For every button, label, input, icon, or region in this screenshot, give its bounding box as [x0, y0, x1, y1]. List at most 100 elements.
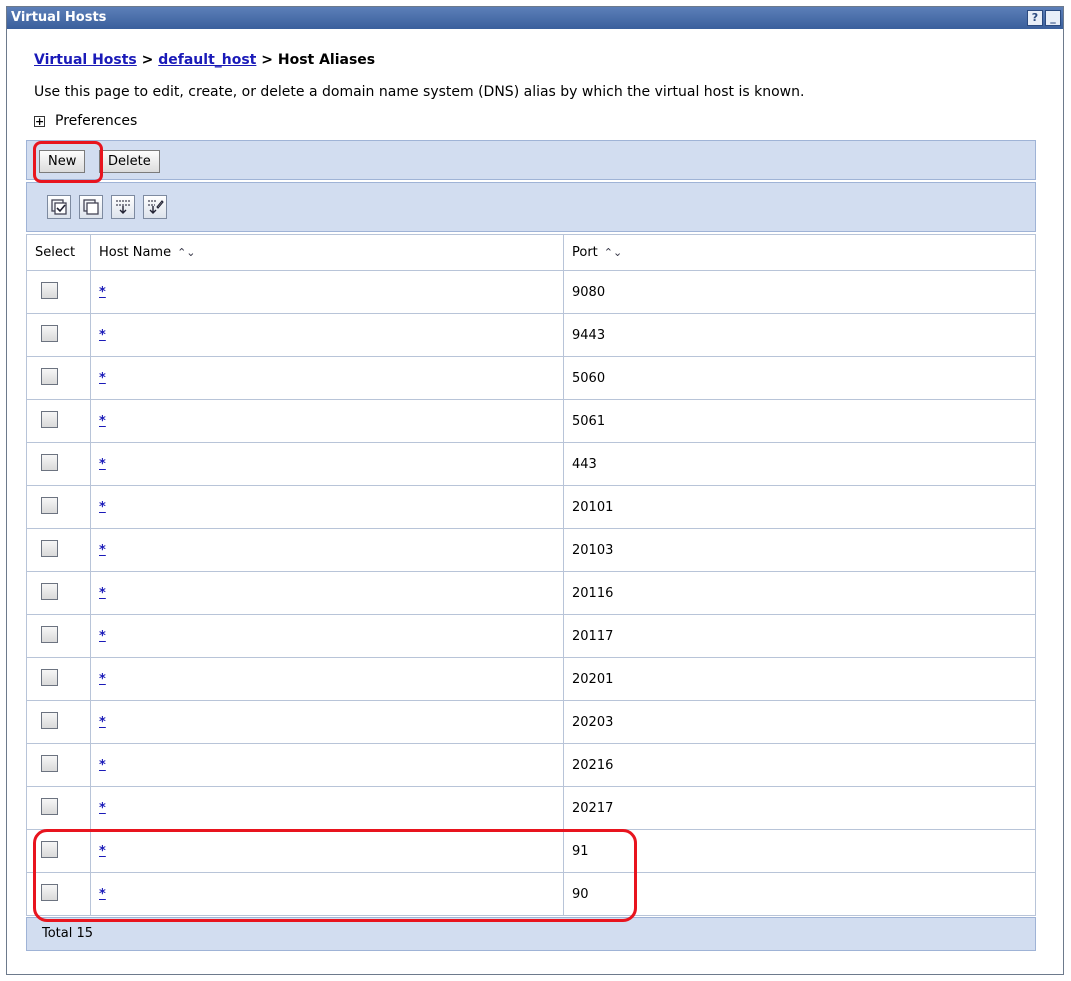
port-value: 9443	[572, 328, 606, 343]
host-name-column-header[interactable]: Host Name ⌃⌄	[90, 234, 564, 271]
host-name-link[interactable]: *	[99, 758, 106, 773]
new-button[interactable]: New	[39, 150, 86, 173]
select-cell	[26, 313, 91, 357]
port-cell: 90	[563, 872, 1036, 916]
host-name-link[interactable]: *	[99, 887, 106, 902]
select-cell	[26, 829, 91, 873]
port-value: 20216	[572, 758, 614, 773]
row-checkbox[interactable]	[41, 668, 58, 686]
row-checkbox[interactable]	[41, 281, 58, 299]
port-value: 20201	[572, 672, 614, 687]
port-cell: 20216	[563, 743, 1036, 787]
select-cell	[26, 528, 91, 572]
select-cell	[26, 356, 91, 400]
host-name-link[interactable]: *	[99, 371, 106, 386]
row-checkbox[interactable]	[41, 883, 58, 901]
preferences-toggle[interactable]: + Preferences	[34, 113, 137, 129]
row-checkbox[interactable]	[41, 410, 58, 428]
host-name-link[interactable]: *	[99, 844, 106, 859]
host-name-cell: *	[90, 442, 564, 486]
host-name-link[interactable]: *	[99, 328, 106, 343]
sort-icon[interactable]: ⌃⌄	[177, 246, 195, 259]
select-cell	[26, 614, 91, 658]
help-icon[interactable]: ?	[1027, 10, 1043, 26]
port-value: 20116	[572, 586, 614, 601]
port-value: 20103	[572, 543, 614, 558]
minimize-icon[interactable]: _	[1045, 10, 1061, 26]
row-checkbox[interactable]	[41, 840, 58, 858]
breadcrumb-separator: >	[136, 52, 159, 68]
host-name-link[interactable]: *	[99, 457, 106, 472]
port-value: 20117	[572, 629, 614, 644]
select-cell	[26, 399, 91, 443]
table-row: * 20117	[26, 614, 1036, 658]
table-row: * 20216	[26, 743, 1036, 787]
expand-plus-icon[interactable]: +	[34, 115, 45, 127]
port-value: 5060	[572, 371, 606, 386]
breadcrumb-virtual-hosts-link[interactable]: Virtual Hosts	[34, 52, 137, 68]
panel-title: Virtual Hosts	[11, 10, 107, 25]
port-cell: 5061	[563, 399, 1036, 443]
select-cell	[26, 485, 91, 529]
port-cell: 9080	[563, 270, 1036, 314]
port-cell: 20103	[563, 528, 1036, 572]
host-name-cell: *	[90, 786, 564, 830]
clear-filter-icon[interactable]	[143, 195, 167, 219]
table-row: * 9080	[26, 270, 1036, 314]
show-filter-icon[interactable]	[111, 195, 135, 219]
port-cell: 20203	[563, 700, 1036, 744]
row-checkbox[interactable]	[41, 582, 58, 600]
host-name-cell: *	[90, 485, 564, 529]
breadcrumb: Virtual Hosts > default_host > Host Alia…	[34, 52, 375, 68]
host-name-link[interactable]: *	[99, 715, 106, 730]
host-name-cell: *	[90, 700, 564, 744]
sort-icon[interactable]: ⌃⌄	[604, 246, 622, 259]
port-value: 9080	[572, 285, 606, 300]
row-checkbox[interactable]	[41, 711, 58, 729]
host-name-link[interactable]: *	[99, 414, 106, 429]
select-cell	[26, 442, 91, 486]
button-toolbar: New Delete	[26, 140, 1036, 180]
select-all-icon[interactable]	[47, 195, 71, 219]
port-cell: 5060	[563, 356, 1036, 400]
row-checkbox[interactable]	[41, 754, 58, 772]
breadcrumb-default-host-link[interactable]: default_host	[158, 52, 256, 68]
port-column-header[interactable]: Port ⌃⌄	[563, 234, 1036, 271]
select-column-header: Select	[26, 234, 91, 271]
host-name-link[interactable]: *	[99, 285, 106, 300]
row-checkbox[interactable]	[41, 453, 58, 471]
host-name-link[interactable]: *	[99, 586, 106, 601]
row-checkbox[interactable]	[41, 625, 58, 643]
port-cell: 91	[563, 829, 1036, 873]
port-cell: 20101	[563, 485, 1036, 529]
host-name-cell: *	[90, 270, 564, 314]
row-checkbox[interactable]	[41, 324, 58, 342]
port-value: 90	[572, 887, 589, 902]
delete-button[interactable]: Delete	[99, 150, 160, 173]
deselect-all-icon[interactable]	[79, 195, 103, 219]
host-name-cell: *	[90, 313, 564, 357]
host-name-link[interactable]: *	[99, 629, 106, 644]
preferences-label[interactable]: Preferences	[55, 113, 137, 129]
row-checkbox[interactable]	[41, 367, 58, 385]
table-row: * 90	[26, 872, 1036, 916]
host-name-link[interactable]: *	[99, 801, 106, 816]
host-name-cell: *	[90, 571, 564, 615]
host-name-cell: *	[90, 657, 564, 701]
port-cell: 9443	[563, 313, 1036, 357]
row-checkbox[interactable]	[41, 539, 58, 557]
port-value: 5061	[572, 414, 606, 429]
port-cell: 443	[563, 442, 1036, 486]
table-row: * 20201	[26, 657, 1036, 701]
host-name-link[interactable]: *	[99, 672, 106, 687]
page-description: Use this page to edit, create, or delete…	[34, 84, 805, 100]
select-cell	[26, 571, 91, 615]
panel-titlebar: Virtual Hosts ? _	[7, 7, 1063, 29]
port-cell: 20116	[563, 571, 1036, 615]
host-name-link[interactable]: *	[99, 543, 106, 558]
host-name-link[interactable]: *	[99, 500, 106, 515]
port-value: 443	[572, 457, 597, 472]
row-checkbox[interactable]	[41, 797, 58, 815]
row-checkbox[interactable]	[41, 496, 58, 514]
select-cell	[26, 657, 91, 701]
